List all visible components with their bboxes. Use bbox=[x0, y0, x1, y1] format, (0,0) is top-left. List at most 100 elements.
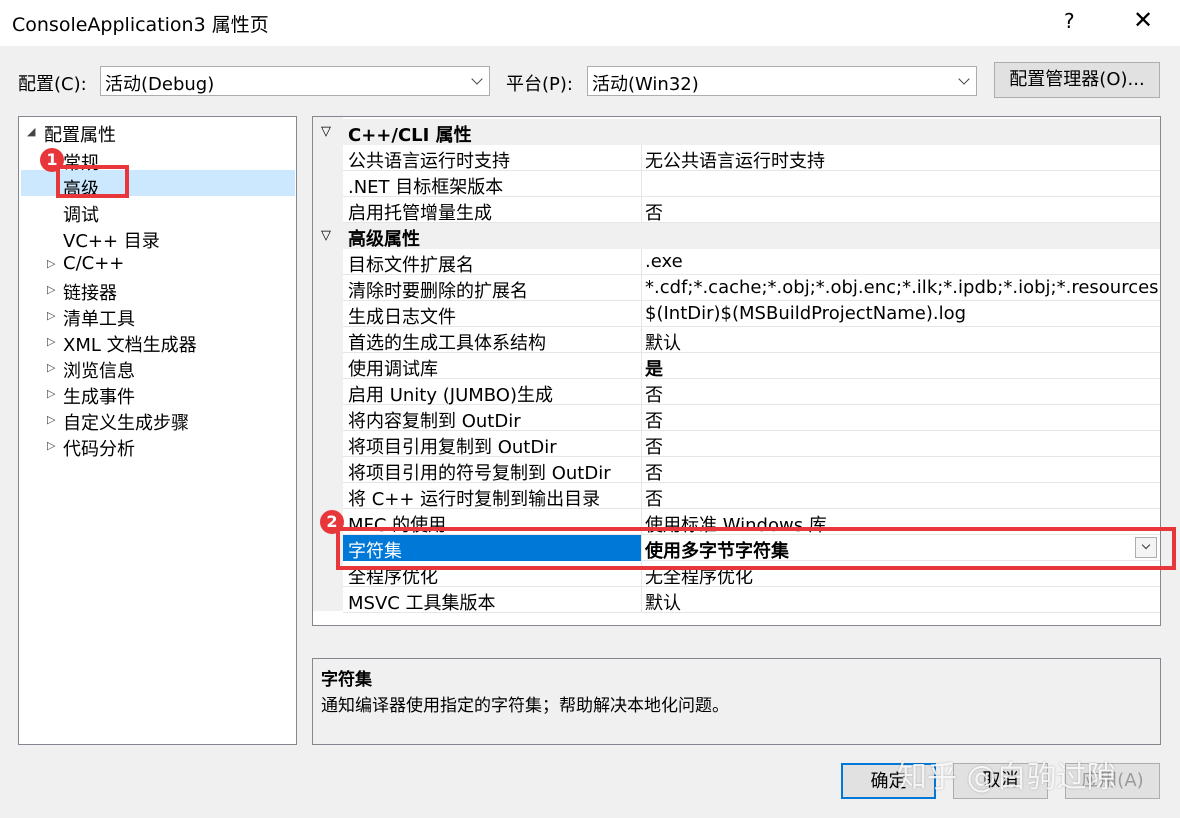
property-row[interactable]: 生成日志文件 $(IntDir)$(MSBuildProjectName).log bbox=[343, 301, 1161, 327]
config-tree: ◢ 配置属性 常规高级调试VC++ 目录▷C/C++▷链接器▷清单工具▷XML … bbox=[18, 116, 297, 745]
column-divider bbox=[641, 353, 642, 379]
help-button[interactable]: ? bbox=[1064, 9, 1075, 33]
column-divider bbox=[641, 275, 642, 301]
chevron-down-icon bbox=[958, 73, 969, 84]
property-value[interactable]: 默认 bbox=[645, 589, 1159, 615]
platform-dropdown[interactable]: 活动(Win32) bbox=[587, 66, 977, 96]
column-divider bbox=[641, 405, 642, 431]
property-name: 公共语言运行时支持 bbox=[348, 147, 510, 173]
expand-triangle-icon[interactable]: ▷ bbox=[47, 387, 55, 400]
expand-triangle-icon[interactable]: ▷ bbox=[47, 439, 55, 452]
expand-triangle-icon[interactable]: ▷ bbox=[47, 283, 55, 296]
collapse-chevron-icon[interactable]: ▽ bbox=[321, 124, 331, 139]
tree-item[interactable]: 链接器 bbox=[63, 279, 117, 305]
property-row[interactable]: MSVC 工具集版本 默认 bbox=[343, 587, 1161, 613]
property-value[interactable]: $(IntDir)$(MSBuildProjectName).log bbox=[645, 303, 1159, 324]
config-dropdown[interactable]: 活动(Debug) bbox=[100, 66, 490, 96]
tree-item[interactable]: VC++ 目录 bbox=[63, 227, 160, 253]
property-name: 首选的生成工具体系结构 bbox=[348, 329, 546, 355]
property-name: 将项目引用的符号复制到 OutDir bbox=[348, 459, 611, 485]
property-name: 将项目引用复制到 OutDir bbox=[348, 433, 557, 459]
property-row[interactable]: 清除时要删除的扩展名*.cdf;*.cache;*.obj;*.obj.enc;… bbox=[343, 275, 1161, 301]
property-row[interactable]: 将 C++ 运行时复制到输出目录 否 bbox=[343, 483, 1161, 509]
column-divider bbox=[641, 249, 642, 275]
column-divider bbox=[641, 145, 642, 171]
annotation-badge-2: 2 bbox=[320, 510, 344, 534]
property-row[interactable]: 公共语言运行时支持 无公共语言运行时支持 bbox=[343, 145, 1161, 171]
tree-item[interactable]: 清单工具 bbox=[63, 305, 135, 331]
annotation-box-1 bbox=[56, 165, 129, 198]
property-value[interactable]: *.cdf;*.cache;*.obj;*.obj.enc;*.ilk;*.ip… bbox=[645, 277, 1159, 298]
property-name: 目标文件扩展名 bbox=[348, 251, 474, 277]
tree-item[interactable]: 调试 bbox=[63, 201, 99, 227]
property-value[interactable]: 否 bbox=[645, 485, 1159, 511]
property-value[interactable]: 否 bbox=[645, 459, 1159, 485]
property-name: 使用调试库 bbox=[348, 355, 438, 381]
tree-root-label[interactable]: 配置属性 bbox=[44, 121, 116, 147]
expand-triangle-icon[interactable]: ▷ bbox=[47, 361, 55, 374]
column-divider bbox=[641, 301, 642, 327]
description-title: 字符集 bbox=[321, 665, 372, 690]
chevron-down-icon bbox=[471, 73, 482, 84]
property-value[interactable]: 否 bbox=[645, 407, 1159, 433]
tree-item[interactable]: 生成事件 bbox=[63, 383, 135, 409]
property-row[interactable]: 启用托管增量生成 否 bbox=[343, 197, 1161, 223]
tree-item[interactable]: 代码分析 bbox=[63, 435, 135, 461]
property-name: .NET 目标框架版本 bbox=[348, 173, 503, 199]
property-name: 将内容复制到 OutDir bbox=[348, 407, 521, 433]
property-value[interactable]: 否 bbox=[645, 381, 1159, 407]
config-label: 配置(C): bbox=[18, 70, 87, 96]
property-value[interactable]: 是 bbox=[645, 355, 1159, 381]
column-divider bbox=[641, 379, 642, 405]
property-row[interactable]: 启用 Unity (JUMBO)生成 否 bbox=[343, 379, 1161, 405]
property-row[interactable]: 使用调试库 是 bbox=[343, 353, 1161, 379]
property-value[interactable]: .exe bbox=[645, 251, 1159, 272]
grid-category-title: 高级属性 bbox=[348, 225, 420, 251]
description-text: 通知编译器使用指定的字符集；帮助解决本地化问题。 bbox=[321, 691, 729, 716]
expand-triangle-icon[interactable]: ▷ bbox=[47, 257, 55, 270]
property-name: 启用 Unity (JUMBO)生成 bbox=[348, 381, 553, 407]
property-row[interactable]: 将内容复制到 OutDir 否 bbox=[343, 405, 1161, 431]
property-value[interactable]: 否 bbox=[645, 433, 1159, 459]
title-bar: ConsoleApplication3 属性页 ? ✕ bbox=[0, 0, 1180, 46]
column-divider bbox=[641, 483, 642, 509]
property-value[interactable]: 默认 bbox=[645, 329, 1159, 355]
column-divider bbox=[641, 587, 642, 613]
expand-triangle-icon[interactable]: ▷ bbox=[47, 413, 55, 426]
property-row[interactable]: .NET 目标框架版本 bbox=[343, 171, 1161, 197]
tree-item[interactable]: 自定义生成步骤 bbox=[63, 409, 189, 435]
property-row[interactable]: 目标文件扩展名 .exe bbox=[343, 249, 1161, 275]
column-divider bbox=[641, 457, 642, 483]
close-button[interactable]: ✕ bbox=[1133, 6, 1153, 34]
platform-dropdown-value: 活动(Win32) bbox=[592, 70, 699, 96]
grid-category[interactable]: 高级属性 bbox=[343, 223, 1161, 249]
annotation-box-2 bbox=[336, 527, 1176, 570]
tree-item[interactable]: C/C++ bbox=[63, 253, 124, 274]
tree-item[interactable]: XML 文档生成器 bbox=[63, 331, 197, 357]
column-divider bbox=[641, 171, 642, 197]
property-name: 生成日志文件 bbox=[348, 303, 456, 329]
property-pages-dialog: ConsoleApplication3 属性页 ? ✕ 配置(C): 活动(De… bbox=[0, 0, 1180, 818]
property-name: MSVC 工具集版本 bbox=[348, 589, 496, 615]
property-row[interactable]: 将项目引用的符号复制到 OutDir 否 bbox=[343, 457, 1161, 483]
grid-category[interactable]: C++/CLI 属性 bbox=[343, 119, 1161, 145]
grid-category-title: C++/CLI 属性 bbox=[348, 121, 472, 147]
property-row[interactable]: 将项目引用复制到 OutDir 否 bbox=[343, 431, 1161, 457]
property-row[interactable]: 首选的生成工具体系结构 默认 bbox=[343, 327, 1161, 353]
property-value[interactable]: 否 bbox=[645, 199, 1159, 225]
config-manager-button[interactable]: 配置管理器(O)... bbox=[994, 62, 1160, 98]
column-divider bbox=[641, 197, 642, 223]
expand-triangle-icon[interactable]: ▷ bbox=[47, 309, 55, 322]
property-name: 将 C++ 运行时复制到输出目录 bbox=[348, 485, 600, 511]
tree-item[interactable]: 浏览信息 bbox=[63, 357, 135, 383]
window-title: ConsoleApplication3 属性页 bbox=[12, 10, 269, 37]
collapse-chevron-icon[interactable]: ▽ bbox=[321, 228, 331, 243]
property-name: 启用托管增量生成 bbox=[348, 199, 492, 225]
property-value[interactable]: 无公共语言运行时支持 bbox=[645, 147, 1159, 173]
collapse-triangle-icon[interactable]: ◢ bbox=[27, 125, 35, 138]
expand-triangle-icon[interactable]: ▷ bbox=[47, 335, 55, 348]
platform-label: 平台(P): bbox=[506, 70, 573, 96]
description-panel: 字符集 通知编译器使用指定的字符集；帮助解决本地化问题。 bbox=[312, 658, 1161, 745]
column-divider bbox=[641, 327, 642, 353]
annotation-badge-1: 1 bbox=[40, 148, 64, 172]
